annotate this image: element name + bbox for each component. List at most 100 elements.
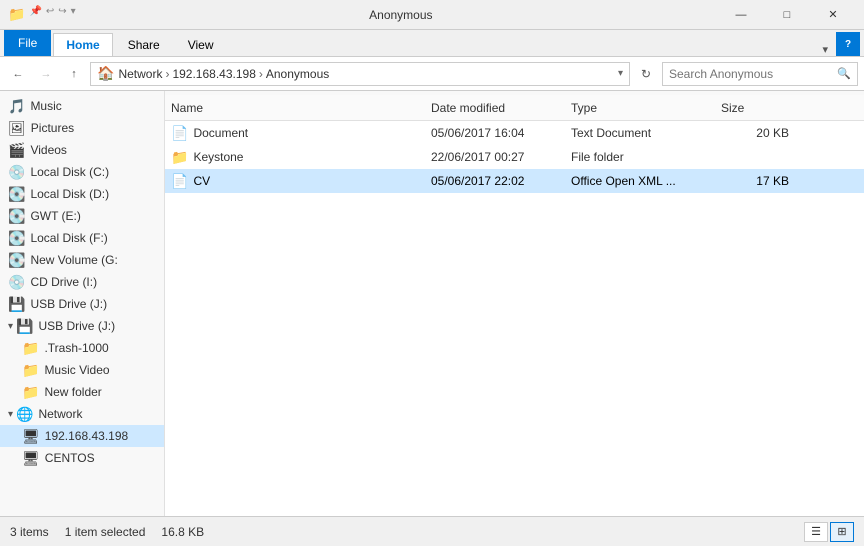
sidebar-item-centos[interactable]: 🖥CENTOS [0, 447, 164, 469]
sidebar-item-localD[interactable]: 💽Local Disk (D:) [0, 183, 164, 205]
address-bar: ← → ↑ 🏠 Network › 192.168.43.198 › Anony… [0, 57, 864, 91]
file-tab[interactable]: File [4, 30, 51, 56]
chevron-icon: ▾ [8, 409, 13, 420]
table-row[interactable]: 📄 CV 05/06/2017 22:02 Office Open XML ..… [165, 169, 864, 193]
redo-icon[interactable]: ↪ [58, 6, 66, 23]
back-button[interactable]: ← [6, 62, 30, 86]
sidebar-item-label: CD Drive (I:) [30, 275, 97, 289]
table-row[interactable]: 📁 Keystone 22/06/2017 00:27 File folder [165, 145, 864, 169]
path-network[interactable]: Network [118, 67, 162, 81]
col-date[interactable]: Date modified [425, 97, 565, 119]
item-icon: 💽 [8, 186, 25, 203]
sidebar-item-musicVideo[interactable]: 📁Music Video [0, 359, 164, 381]
table-row[interactable]: 📄 Document 05/06/2017 16:04 Text Documen… [165, 121, 864, 145]
sidebar-item-newVolG[interactable]: 💽 New Volume (G: [0, 249, 164, 271]
item-icon: 📁 [22, 384, 39, 401]
sidebar-item-pictures[interactable]: 🖼 Pictures [0, 117, 164, 139]
grid-view-button[interactable]: ⊞ [830, 522, 854, 542]
item-icon: 💽 [8, 252, 25, 269]
search-input[interactable] [669, 67, 837, 81]
file-size-cell: 20 KB [715, 126, 795, 140]
item-icon: 🖥 [22, 450, 40, 467]
window-controls: — □ ✕ [718, 0, 856, 30]
sidebar-item-label: New Volume (G: [30, 253, 117, 267]
sidebar-item-label: Music Video [44, 363, 109, 377]
file-list-header: Name Date modified Type Size [165, 95, 864, 121]
status-bar: 3 items 1 item selected 16.8 KB ☰ ⊞ [0, 516, 864, 546]
file-type-cell: File folder [565, 150, 715, 164]
col-name[interactable]: Name [165, 97, 425, 119]
path-dropdown-icon[interactable]: ▾ [618, 68, 623, 79]
search-box: 🔍 [662, 62, 858, 86]
sidebar-section-label: Network [38, 407, 82, 421]
main-content: 🎵Music🖼Pictures🎬Videos💿Local Disk (C:)💽L… [0, 91, 864, 516]
item-icon: 📁 [22, 340, 39, 357]
share-tab[interactable]: Share [115, 33, 173, 56]
sidebar-item-music[interactable]: 🎵 Music [0, 95, 164, 117]
col-size[interactable]: Size [715, 97, 795, 119]
file-date-cell: 05/06/2017 16:04 [425, 126, 565, 140]
refresh-button[interactable]: ↻ [634, 62, 658, 86]
view-controls: ☰ ⊞ [804, 522, 854, 542]
sidebar-item-trash[interactable]: 📁.Trash-1000 [0, 337, 164, 359]
sidebar-item-label: Local Disk (C:) [30, 165, 109, 179]
forward-button[interactable]: → [34, 62, 58, 86]
sidebar-item-network-header[interactable]: ▾🌐 Network [0, 403, 164, 425]
sidebar-item-label: New folder [44, 385, 101, 399]
ribbon: File Home Share View ▾ ? [0, 30, 864, 57]
home-tab[interactable]: Home [53, 33, 112, 56]
sidebar-item-ip192[interactable]: 🖥192.168.43.198 [0, 425, 164, 447]
path-ip[interactable]: 192.168.43.198 [172, 67, 255, 81]
sidebar-item-localC[interactable]: 💿 Local Disk (C:) [0, 161, 164, 183]
help-button[interactable]: ? [836, 32, 860, 56]
sidebar-item-usbJ1[interactable]: 💾USB Drive (J:) [0, 293, 164, 315]
item-icon: 💿 [8, 274, 25, 291]
section-icon: 💾 [16, 318, 33, 335]
app-icon: 📁 [8, 6, 25, 23]
item-icon: 🎵 [8, 98, 25, 115]
sidebar-item-localF[interactable]: 💽Local Disk (F:) [0, 227, 164, 249]
minimize-button[interactable]: — [718, 0, 764, 30]
title-bar: 📁 📌 ↩ ↪ ▾ Anonymous — □ ✕ [0, 0, 864, 30]
sidebar-item-videos[interactable]: 🎬Videos [0, 139, 164, 161]
item-count: 3 items [10, 525, 49, 539]
search-icon: 🔍 [837, 67, 851, 80]
sidebar-item-label: Local Disk (F:) [30, 231, 107, 245]
item-icon: 🖥 [22, 428, 40, 445]
sidebar-item-newFolder[interactable]: 📁 New folder [0, 381, 164, 403]
close-button[interactable]: ✕ [810, 0, 856, 30]
sidebar-item-cdI[interactable]: 💿 CD Drive (I:) [0, 271, 164, 293]
sidebar-item-label: GWT (E:) [30, 209, 80, 223]
sidebar-item-usbJ2-header[interactable]: ▾💾USB Drive (J:) [0, 315, 164, 337]
details-view-button[interactable]: ☰ [804, 522, 828, 542]
file-icon: 📄 [171, 173, 188, 190]
file-icon: 📁 [171, 149, 188, 166]
sidebar-item-label: Pictures [31, 121, 74, 135]
sidebar-item-label: Music [30, 99, 61, 113]
sidebar-item-gwt[interactable]: 💽GWT (E:) [0, 205, 164, 227]
file-name: Document [193, 126, 248, 140]
item-icon: 💿 [8, 164, 25, 181]
item-icon: 🎬 [8, 142, 25, 159]
address-path[interactable]: 🏠 Network › 192.168.43.198 › Anonymous ▾ [90, 62, 630, 86]
file-size-cell: 17 KB [715, 174, 795, 188]
selected-info: 1 item selected [65, 525, 146, 539]
maximize-button[interactable]: □ [764, 0, 810, 30]
dropdown-arrow-icon[interactable]: ▾ [71, 6, 76, 23]
quick-access-icon[interactable]: 📌 [29, 6, 41, 23]
item-icon: 🖼 [8, 120, 26, 137]
path-home-icon: 🏠 [97, 65, 114, 82]
sidebar-section-label: USB Drive (J:) [38, 319, 115, 333]
item-icon: 💾 [8, 296, 25, 313]
ribbon-collapse-btn[interactable]: ▾ [814, 43, 836, 56]
path-current[interactable]: Anonymous [266, 67, 329, 81]
section-icon: 🌐 [16, 406, 33, 423]
file-date-cell: 05/06/2017 22:02 [425, 174, 565, 188]
col-type[interactable]: Type [565, 97, 715, 119]
file-date-cell: 22/06/2017 00:27 [425, 150, 565, 164]
undo-icon[interactable]: ↩ [46, 6, 54, 23]
view-tab[interactable]: View [175, 33, 227, 56]
file-name: Keystone [193, 150, 243, 164]
selected-size: 16.8 KB [161, 525, 204, 539]
up-button[interactable]: ↑ [62, 62, 86, 86]
